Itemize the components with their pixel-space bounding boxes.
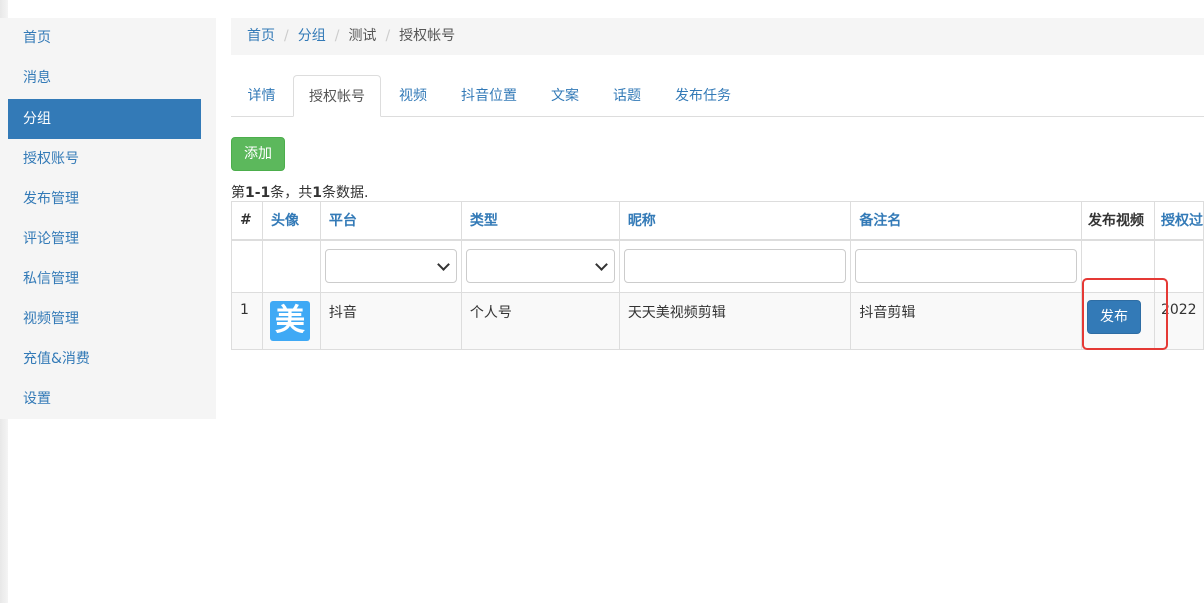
row-type: 个人号 [460,292,620,350]
sidebar-item-publish-management[interactable]: 发布管理 [8,179,201,219]
breadcrumb-separator: / [334,28,340,44]
breadcrumb-home[interactable]: 首页 [247,28,275,44]
sidebar-item-authorized-accounts[interactable]: 授权账号 [8,139,201,179]
filter-cell-type [460,239,620,293]
breadcrumb-group-test[interactable]: 测试 [348,28,376,44]
row-nickname: 天天美视频剪辑 [618,292,852,350]
row-remark: 抖音剪辑 [850,292,1083,350]
filter-cell-empty [231,239,263,293]
summary-suffix: 条数据. [322,185,369,201]
row-publish-cell: 发布 [1081,292,1155,350]
column-header-remark[interactable]: 备注名 [850,201,1083,241]
accounts-table: # 头像 平台 类型 昵称 备注名 发布视频 授权过 1 美 抖音 个人号 天天… [231,201,1204,350]
breadcrumb: 首页 / 分组 / 测试 / 授权帐号 [231,18,1204,55]
column-header-auth-time[interactable]: 授权过 [1153,201,1204,241]
sidebar-item-home[interactable]: 首页 [8,18,201,58]
filter-cell-empty [1081,239,1155,293]
column-header-nickname[interactable]: 昵称 [618,201,852,241]
sidebar-item-messages[interactable]: 消息 [8,58,201,98]
table-row: 1 美 抖音 个人号 天天美视频剪辑 抖音剪辑 发布 2022 [231,292,1204,350]
breadcrumb-separator: / [284,28,289,44]
tab-authorized-accounts[interactable]: 授权帐号 [293,75,381,117]
filter-cell-nickname [618,239,852,293]
tab-bar: 详情 授权帐号 视频 抖音位置 文案 话题 发布任务 [231,75,1204,117]
sidebar-item-groups[interactable]: 分组 [8,99,201,139]
publish-button[interactable]: 发布 [1087,300,1142,334]
tab-details[interactable]: 详情 [231,75,292,117]
summary-total: 1 [312,185,323,201]
tab-copywriting[interactable]: 文案 [535,75,595,117]
summary-prefix: 第 [231,185,245,201]
filter-row [231,239,1204,293]
remark-filter-input[interactable] [855,249,1078,284]
row-auth-time: 2022 [1153,292,1204,350]
sidebar-item-dm-management[interactable]: 私信管理 [8,259,201,299]
row-avatar-cell: 美 [261,292,321,350]
column-header-type[interactable]: 类型 [460,201,620,241]
column-header-platform[interactable]: 平台 [319,201,462,241]
summary-range: 1-1 [245,185,271,201]
column-header-publish-video: 发布视频 [1081,201,1155,241]
column-header-index: # [231,201,263,241]
sidebar-item-comment-management[interactable]: 评论管理 [8,219,201,259]
filter-cell-platform [319,239,462,293]
tab-publish-tasks[interactable]: 发布任务 [659,75,747,117]
table-header-row: # 头像 平台 类型 昵称 备注名 发布视频 授权过 [231,201,1204,241]
breadcrumb-current: 授权帐号 [399,28,456,44]
pagination-summary: 第1-1条，共1条数据. [231,182,369,202]
sidebar-item-settings[interactable]: 设置 [8,379,201,419]
row-index: 1 [231,292,263,350]
platform-filter-select[interactable] [324,249,457,284]
summary-middle: 条，共 [270,185,313,201]
add-button[interactable]: 添加 [231,137,285,171]
avatar: 美 [269,301,310,341]
column-header-avatar[interactable]: 头像 [261,201,321,241]
sidebar: 首页 消息 分组 授权账号 发布管理 评论管理 私信管理 视频管理 充值&消费 … [0,18,216,419]
filter-cell-empty [261,239,321,293]
breadcrumb-groups[interactable]: 分组 [298,28,326,44]
breadcrumb-separator: / [385,28,391,44]
sidebar-item-recharge[interactable]: 充值&消费 [8,339,201,379]
filter-cell-remark [850,239,1083,293]
nickname-filter-input[interactable] [623,249,847,284]
tab-videos[interactable]: 视频 [383,75,443,117]
tab-douyin-location[interactable]: 抖音位置 [445,75,533,117]
filter-cell-empty [1153,239,1204,293]
type-filter-select[interactable] [465,249,615,284]
row-platform: 抖音 [319,292,462,350]
sidebar-item-video-management[interactable]: 视频管理 [8,299,201,339]
tab-topics[interactable]: 话题 [597,75,657,117]
